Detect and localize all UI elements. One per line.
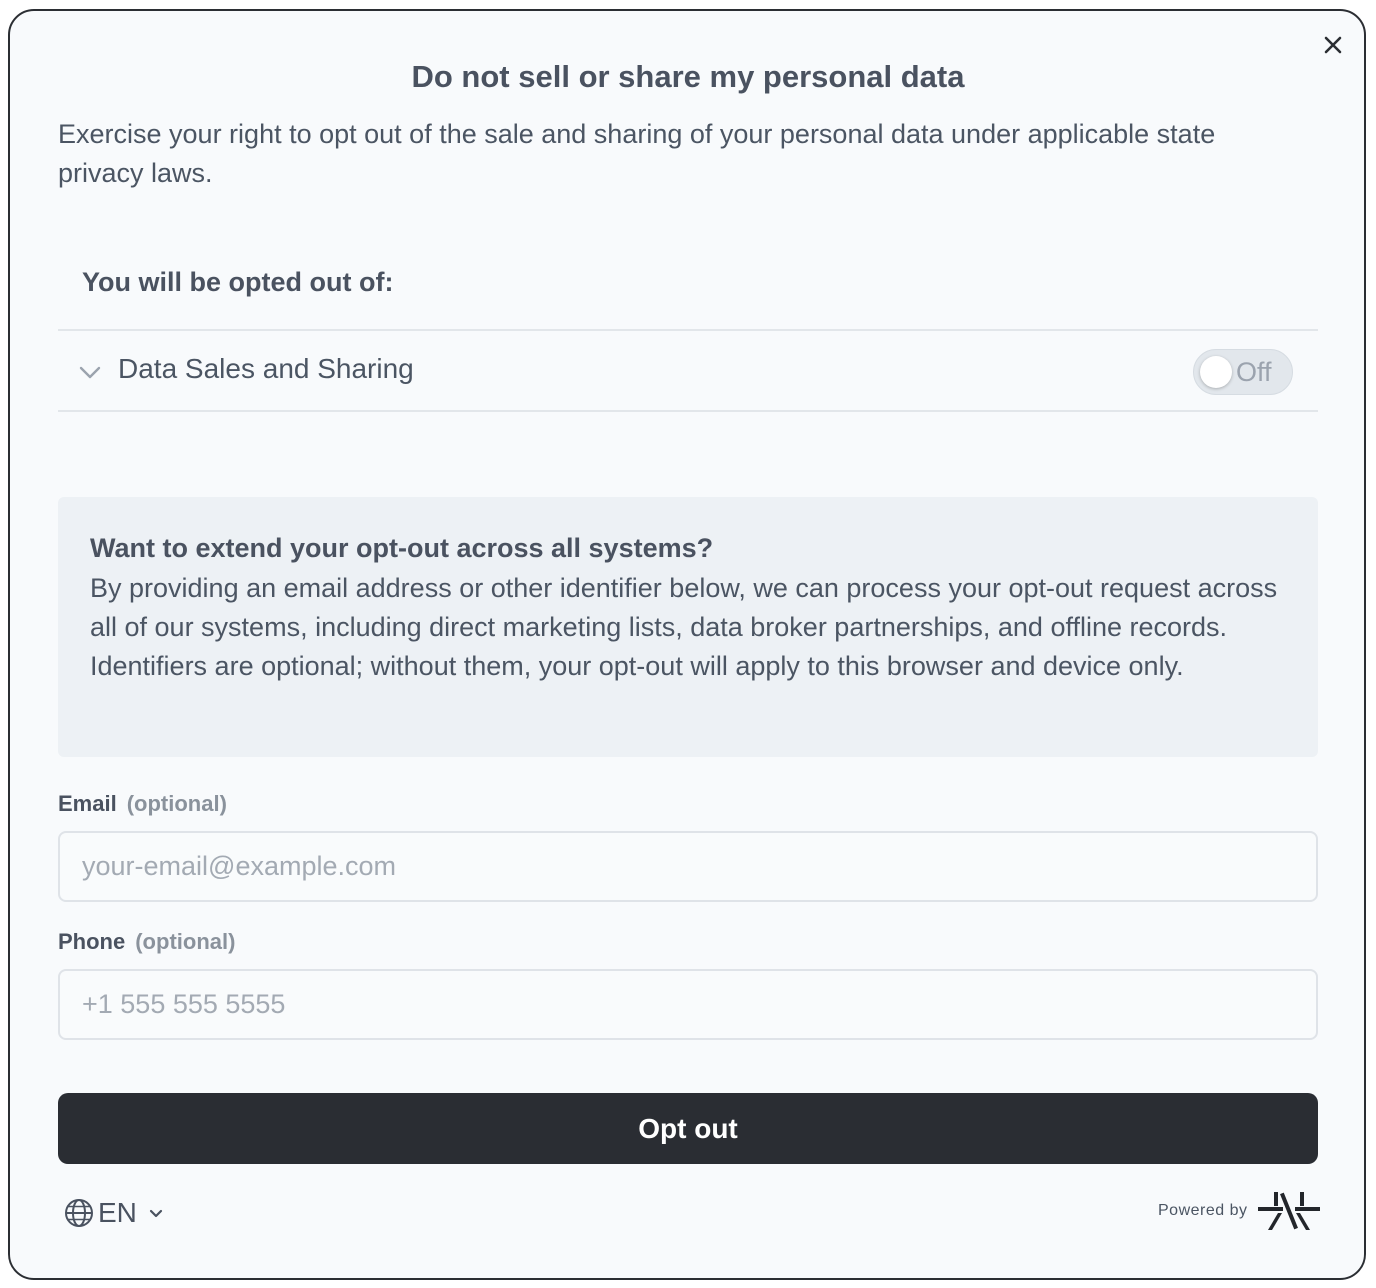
brand-logo-icon: [1257, 1192, 1320, 1230]
phone-optional-text: (optional): [135, 929, 236, 954]
powered-by-text: Powered by: [1158, 1202, 1248, 1219]
toggle-state-label: Off: [1236, 357, 1272, 387]
phone-label-text: Phone: [58, 929, 126, 954]
language-selector[interactable]: EN: [64, 1195, 167, 1231]
language-label: EN: [98, 1197, 137, 1228]
email-input[interactable]: [58, 831, 1318, 902]
chevron-down-icon: [79, 366, 101, 379]
close-button[interactable]: [1318, 30, 1348, 60]
email-label: Email (optional): [58, 791, 227, 817]
chevron-down-icon: [149, 1209, 163, 1218]
globe-icon: [65, 1199, 93, 1227]
purpose-toggle[interactable]: Off: [1193, 349, 1293, 395]
notice-body: By providing an email address or other i…: [90, 573, 1278, 681]
email-label-text: Email: [58, 791, 117, 816]
extend-opt-out-notice: Want to extend your opt-out across all s…: [58, 497, 1318, 757]
opt-out-button[interactable]: Opt out: [58, 1093, 1318, 1164]
modal-intro: Exercise your right to opt out of the sa…: [58, 119, 1216, 188]
phone-label: Phone (optional): [58, 929, 235, 955]
toggle-knob: [1200, 356, 1232, 388]
powered-by: Powered by: [1158, 1187, 1320, 1235]
close-icon: [1324, 36, 1342, 54]
expand-purpose-button[interactable]: [78, 362, 102, 382]
email-optional-text: (optional): [126, 791, 227, 816]
modal-title: Do not sell or share my personal data: [411, 59, 965, 94]
phone-input[interactable]: [58, 969, 1318, 1040]
purpose-row-data-sales: Data Sales and Sharing Off: [58, 329, 1318, 412]
notice-title: Want to extend your opt-out across all s…: [90, 533, 714, 563]
privacy-modal: Do not sell or share my personal data Ex…: [8, 9, 1366, 1280]
purpose-label: Data Sales and Sharing: [118, 353, 414, 384]
opt-out-heading: You will be opted out of:: [82, 267, 394, 297]
